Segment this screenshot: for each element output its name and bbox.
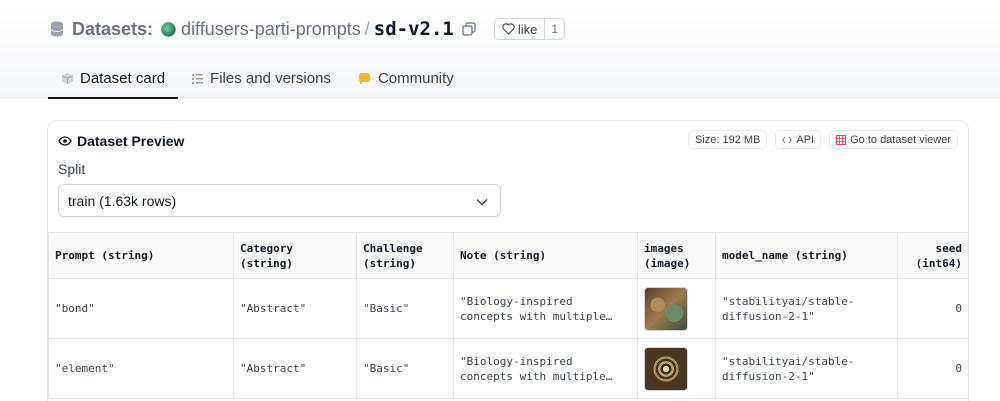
table-row[interactable]: "element" "Abstract" "Basic" "Biology-in… — [48, 338, 969, 399]
table-header-row: Prompt (string) Category (string) Challen… — [48, 232, 969, 279]
cell-model-name[interactable]: "stabilityai/stable-diffusion-2-1" — [715, 338, 898, 399]
tab-label: Files and versions — [210, 69, 331, 87]
cell-prompt[interactable]: "element" — [48, 338, 234, 399]
column-header-images[interactable]: images (image) — [637, 232, 716, 279]
image-thumbnail[interactable] — [644, 346, 688, 391]
size-label: Size: 192 MB — [694, 133, 761, 146]
tab-dataset-card[interactable]: Dataset card — [48, 58, 179, 99]
cell-note[interactable]: "Biology-inspired concepts with multiple… — [453, 278, 638, 339]
cell-category[interactable]: "Abstract" — [233, 338, 357, 399]
code-icon — [782, 136, 793, 144]
column-header-prompt[interactable]: Prompt (string) — [48, 232, 234, 279]
path-separator: / — [364, 18, 370, 39]
column-header-seed[interactable]: seed (int64) — [897, 232, 969, 279]
eye-icon — [58, 136, 72, 146]
repo-title-bar: Datasets: diffusers-parti-prompts / sd-v… — [50, 14, 566, 44]
like-label: like — [517, 21, 538, 37]
page-header: Datasets: diffusers-parti-prompts / sd-v… — [0, 0, 1000, 99]
cell-challenge[interactable]: "Basic" — [356, 338, 454, 399]
viewer-label: Go to dataset viewer — [850, 133, 951, 146]
column-header-challenge[interactable]: Challenge (string) — [356, 232, 454, 279]
preview-table: Prompt (string) Category (string) Challen… — [48, 232, 969, 399]
org-avatar[interactable] — [161, 21, 177, 37]
column-header-note[interactable]: Note (string) — [453, 232, 638, 279]
preview-header: Dataset Preview — [58, 131, 184, 151]
table-row[interactable]: "bond" "Abstract" "Basic" "Biology-inspi… — [48, 278, 969, 339]
cell-image[interactable] — [637, 338, 716, 399]
cell-model-name[interactable]: "stabilityai/stable-diffusion-2-1" — [715, 278, 898, 339]
datasets-label[interactable]: Datasets: — [72, 19, 153, 40]
tab-label: Dataset card — [80, 69, 166, 87]
tab-files-and-versions[interactable]: Files and versions — [178, 58, 344, 98]
cube-icon — [61, 72, 74, 85]
size-badge: Size: 192 MB — [687, 130, 768, 149]
like-count[interactable]: 1 — [544, 19, 564, 39]
files-icon — [191, 72, 204, 85]
split-value: train (1.63k rows) — [68, 192, 177, 209]
image-thumbnail[interactable] — [644, 286, 688, 331]
copy-icon[interactable] — [462, 22, 476, 36]
column-header-category[interactable]: Category (string) — [233, 232, 357, 279]
tab-label: Community — [377, 69, 454, 87]
cell-challenge[interactable]: "Basic" — [356, 278, 454, 339]
repo-tabs: Dataset card Files and versions Communit… — [48, 58, 467, 99]
tab-community[interactable]: Community — [344, 58, 467, 98]
heart-icon — [495, 23, 518, 35]
split-label: Split — [58, 161, 86, 177]
database-icon — [50, 21, 64, 37]
preview-actions: Size: 192 MB API Go to dataset viewer — [687, 130, 958, 149]
column-header-model-name[interactable]: model_name (string) — [715, 232, 898, 279]
cell-note[interactable]: "Biology-inspired concepts with multiple… — [453, 338, 638, 399]
table-icon — [836, 134, 847, 145]
cell-image[interactable] — [637, 278, 716, 339]
community-icon — [357, 72, 372, 85]
dataset-viewer-button[interactable]: Go to dataset viewer — [829, 130, 958, 149]
cell-seed[interactable]: 0 — [897, 338, 969, 399]
cell-prompt[interactable]: "bond" — [48, 278, 234, 339]
preview-title: Dataset Preview — [77, 133, 185, 149]
api-button[interactable]: API — [775, 130, 822, 149]
dataset-preview-card: Dataset Preview Size: 192 MB API Go to d… — [47, 120, 969, 401]
cell-category[interactable]: "Abstract" — [233, 278, 357, 339]
api-label: API — [796, 133, 815, 146]
cell-seed[interactable]: 0 — [897, 278, 969, 339]
dataset-name: sd-v2.1 — [373, 18, 454, 40]
like-button[interactable]: like 1 — [493, 18, 566, 40]
org-name-link[interactable]: diffusers-parti-prompts — [181, 19, 361, 40]
chevron-down-icon — [476, 193, 488, 209]
split-select[interactable]: train (1.63k rows) — [58, 184, 501, 217]
